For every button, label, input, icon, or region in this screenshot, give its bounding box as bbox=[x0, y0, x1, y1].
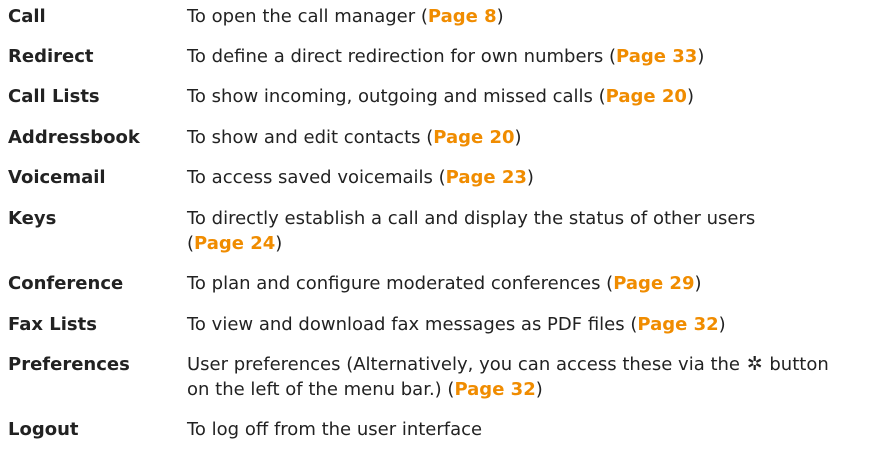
gear-icon: ✲ bbox=[746, 353, 763, 375]
page-link[interactable]: Page 32 bbox=[454, 379, 535, 400]
term-fax-lists: Fax Lists bbox=[8, 314, 97, 335]
term-voicemail: Voicemail bbox=[8, 167, 106, 188]
page-link[interactable]: Page 32 bbox=[637, 314, 718, 335]
desc-text: To plan and configure moderated conferen… bbox=[187, 273, 614, 294]
term-addressbook: Addressbook bbox=[8, 127, 140, 148]
desc-text-mid: button bbox=[769, 354, 829, 375]
desc-text-end: ) bbox=[686, 86, 694, 107]
desc-call: To open the call manager (Page 8) bbox=[187, 4, 886, 29]
row-addressbook: Addressbook To show and edit contacts (P… bbox=[8, 125, 886, 150]
term-conference: Conference bbox=[8, 273, 124, 294]
term-call: Call bbox=[8, 6, 46, 27]
row-logout: Logout To log off from the user interfac… bbox=[8, 417, 886, 442]
page-link[interactable]: Page 33 bbox=[616, 46, 697, 67]
desc-text-end: ) bbox=[514, 127, 522, 148]
page-link[interactable]: Page 20 bbox=[433, 127, 514, 148]
page-link[interactable]: Page 24 bbox=[194, 233, 275, 254]
desc-logout: To log off from the user interface bbox=[187, 417, 886, 442]
page-link[interactable]: Page 8 bbox=[428, 6, 497, 27]
desc-text: To define a direct redirection for own n… bbox=[187, 46, 617, 67]
desc-text: To log off from the user interface bbox=[187, 419, 483, 440]
desc-text: User preferences (Alternatively, you can… bbox=[187, 354, 740, 375]
desc-text-end: ) bbox=[275, 233, 283, 254]
desc-fax-lists: To view and download fax messages as PDF… bbox=[187, 312, 886, 337]
desc-voicemail: To access saved voicemails (Page 23) bbox=[187, 165, 886, 190]
desc-text: To show incoming, outgoing and missed ca… bbox=[187, 86, 606, 107]
row-redirect: Redirect To define a direct redirection … bbox=[8, 44, 886, 69]
menu-description-table: Call To open the call manager (Page 8) R… bbox=[8, 0, 886, 442]
page-link[interactable]: Page 23 bbox=[446, 167, 527, 188]
desc-text-end: ) bbox=[697, 46, 705, 67]
desc-text: To show and edit contacts ( bbox=[187, 127, 434, 148]
desc-conference: To plan and configure moderated conferen… bbox=[187, 271, 886, 296]
term-preferences: Preferences bbox=[8, 354, 130, 375]
desc-text-end: ) bbox=[535, 379, 543, 400]
desc-addressbook: To show and edit contacts (Page 20) bbox=[187, 125, 886, 150]
desc-text: ( bbox=[187, 233, 195, 254]
row-conference: Conference To plan and configure moderat… bbox=[8, 271, 886, 296]
desc-line-1: User preferences (Alternatively, you can… bbox=[187, 352, 886, 377]
desc-text: on the left of the menu bar.) ( bbox=[187, 379, 455, 400]
desc-text-end: ) bbox=[526, 167, 534, 188]
desc-text: To view and download fax messages as PDF… bbox=[187, 314, 638, 335]
page-link[interactable]: Page 29 bbox=[613, 273, 694, 294]
row-call: Call To open the call manager (Page 8) bbox=[8, 4, 886, 29]
desc-text: To open the call manager ( bbox=[187, 6, 428, 27]
desc-line-2: on the left of the menu bar.) (Page 32) bbox=[187, 377, 886, 402]
desc-text: To access saved voicemails ( bbox=[187, 167, 446, 188]
desc-call-lists: To show incoming, outgoing and missed ca… bbox=[187, 84, 886, 109]
row-keys: Keys To directly establish a call and di… bbox=[8, 206, 886, 256]
term-logout: Logout bbox=[8, 419, 79, 440]
desc-text-end: ) bbox=[496, 6, 504, 27]
page-link[interactable]: Page 20 bbox=[606, 86, 687, 107]
row-preferences: Preferences User preferences (Alternativ… bbox=[8, 352, 886, 402]
desc-line-2: (Page 24) bbox=[187, 231, 886, 256]
desc-text-end: ) bbox=[718, 314, 726, 335]
term-keys: Keys bbox=[8, 208, 57, 229]
row-fax-lists: Fax Lists To view and download fax messa… bbox=[8, 312, 886, 337]
term-call-lists: Call Lists bbox=[8, 86, 100, 107]
row-call-lists: Call Lists To show incoming, outgoing an… bbox=[8, 84, 886, 109]
desc-preferences: User preferences (Alternatively, you can… bbox=[187, 352, 886, 402]
desc-line-1: To directly establish a call and display… bbox=[187, 208, 756, 229]
row-voicemail: Voicemail To access saved voicemails (Pa… bbox=[8, 165, 886, 190]
term-redirect: Redirect bbox=[8, 46, 94, 67]
desc-text-end: ) bbox=[694, 273, 702, 294]
desc-keys: To directly establish a call and display… bbox=[187, 206, 886, 256]
desc-redirect: To define a direct redirection for own n… bbox=[187, 44, 886, 69]
